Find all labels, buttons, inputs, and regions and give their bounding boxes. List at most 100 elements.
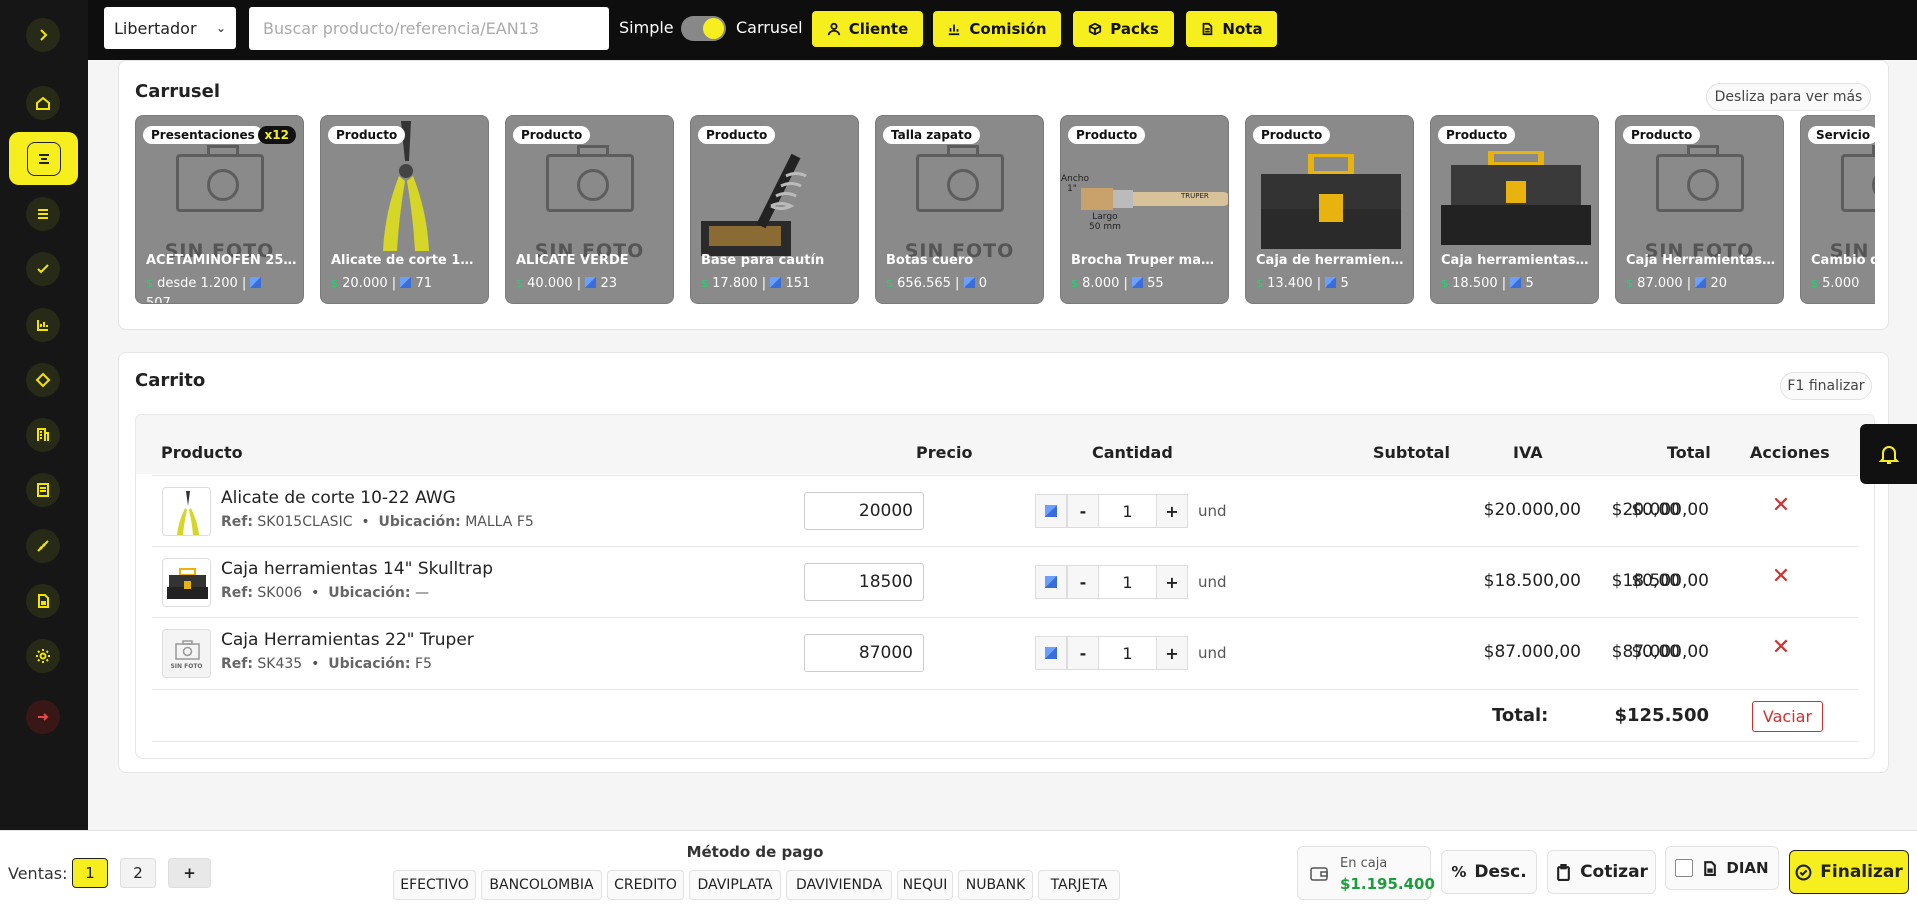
card-badge: Producto [328, 126, 406, 144]
tasks-button[interactable] [26, 252, 60, 286]
stock-icon [1132, 277, 1144, 288]
stock-icon[interactable] [1035, 636, 1067, 670]
dian-toggle[interactable]: DIAN [1665, 846, 1779, 890]
stock-icon[interactable] [1035, 565, 1067, 599]
check-circle-icon [1795, 864, 1812, 880]
pos-button[interactable] [9, 132, 78, 185]
comision-button[interactable]: Comisión [933, 11, 1061, 47]
invoices-button[interactable] [26, 584, 60, 618]
toolbox-image [1441, 151, 1591, 245]
ventas-label: Ventas: [8, 864, 68, 883]
cliente-button[interactable]: Cliente [812, 11, 923, 47]
carousel-card[interactable]: Producto Base para cautín $ 17.800 | 151 [690, 115, 859, 304]
col-iva: IVA [1513, 443, 1543, 462]
carousel-card[interactable]: Producto Caja herramientas … $ 18.500 | … [1430, 115, 1599, 304]
settings-button[interactable] [26, 639, 60, 673]
quantity-value[interactable]: 1 [1099, 565, 1156, 599]
notifications-button[interactable] [1860, 424, 1917, 484]
carousel-card[interactable]: Ancho 1" Largo 50 mm TRUPER Producto Broch… [1060, 115, 1229, 304]
pay-tarjeta[interactable]: TARJETA [1038, 870, 1120, 900]
card-meta: $ 17.800 | 151 [701, 276, 811, 291]
packs-button[interactable]: Packs [1073, 11, 1174, 47]
add-sale-button[interactable]: + [168, 858, 211, 888]
price-input[interactable]: 87000 [804, 634, 924, 672]
home-button[interactable] [26, 86, 60, 120]
nota-button[interactable]: Nota [1186, 11, 1277, 47]
pay-efectivo[interactable]: EFECTIVO [393, 870, 476, 900]
carousel-card[interactable]: SIN FOTO Producto Caja Herramientas… $ 8… [1615, 115, 1784, 304]
ubicacion-label: Ubicación: [328, 585, 411, 601]
dollar-icon: $ [1811, 277, 1818, 290]
price-input[interactable]: 20000 [804, 492, 924, 530]
reports-button[interactable] [26, 308, 60, 342]
store-select[interactable]: Libertador ⌄ [104, 7, 236, 49]
decrease-button[interactable]: - [1067, 494, 1099, 528]
card-name: Caja herramientas … [1441, 253, 1592, 268]
decrease-button[interactable]: - [1067, 636, 1099, 670]
pay-daviplata[interactable]: DAVIPLATA [689, 870, 781, 900]
unit-label: und [1198, 644, 1227, 662]
pay-nequi[interactable]: NEQUI [897, 870, 953, 900]
camera-icon [916, 145, 1004, 212]
stock-icon[interactable] [1035, 494, 1067, 528]
tools-button[interactable] [26, 529, 60, 563]
clear-cart-button[interactable]: Vaciar [1752, 701, 1823, 732]
documents-button[interactable] [26, 473, 60, 507]
ref-label: Ref: [221, 514, 253, 530]
mode-toggle[interactable] [681, 16, 726, 41]
pay-credito[interactable]: CREDITO [607, 870, 684, 900]
quote-button[interactable]: Cotizar [1547, 850, 1656, 894]
building-icon [37, 428, 49, 441]
product-name: Caja Herramientas 22" Truper [221, 630, 474, 650]
product-thumbnail [162, 487, 211, 536]
finalize-button[interactable]: Finalizar [1789, 850, 1909, 894]
align-center-icon [38, 153, 49, 164]
building-button[interactable] [26, 418, 60, 452]
logout-button[interactable] [26, 700, 60, 734]
increase-button[interactable]: + [1156, 494, 1188, 528]
carousel-card[interactable]: SIN FOTO Servicio Cambio de… $ 5.000 [1800, 115, 1875, 304]
no-photo-label: SIN FOTO [170, 663, 203, 670]
carousel-track[interactable]: SIN FOTO Presentaciones x12 ACETAMINOFEN… [135, 115, 1875, 305]
pay-bancolombia[interactable]: BANCOLOMBIA [481, 870, 602, 900]
dian-checkbox[interactable] [1675, 859, 1694, 877]
product-thumbnail: SIN FOTO [162, 629, 211, 678]
card-badge: Talla zapato [883, 126, 980, 144]
soldering-stand-image [701, 153, 807, 256]
product-search-input[interactable] [249, 7, 609, 50]
quote-label: Cotizar [1580, 862, 1648, 882]
discount-button[interactable]: % Desc. [1441, 850, 1537, 894]
menu-button[interactable] [26, 197, 60, 231]
dollar-icon: $ [146, 277, 153, 290]
quantity-value[interactable]: 1 [1099, 636, 1156, 670]
quantity-value[interactable]: 1 [1099, 494, 1156, 528]
inventory-button[interactable] [26, 363, 60, 397]
card-meta: $ 5.000 [1811, 274, 1875, 294]
product-ref: Ref: SK015CLASIC • Ubicación: MALLA F5 [221, 514, 534, 530]
increase-button[interactable]: + [1156, 636, 1188, 670]
expand-sidebar-button[interactable] [26, 18, 60, 52]
price-input[interactable]: 18500 [804, 563, 924, 601]
dollar-icon: $ [1071, 277, 1078, 290]
decrease-button[interactable]: - [1067, 565, 1099, 599]
camera-icon [176, 145, 264, 212]
remove-item-button[interactable]: ✕ [1769, 565, 1793, 589]
camera-icon [546, 145, 634, 212]
remove-item-button[interactable]: ✕ [1769, 494, 1793, 518]
row-total-value: $87.000,00 [1611, 642, 1709, 662]
cart-row: Alicate de corte 10-22 AWG Ref: SK015CLA… [152, 475, 1858, 546]
ruler-icon [37, 540, 49, 552]
card-name: ALICATE VERDE [516, 253, 629, 268]
carousel-card[interactable]: SIN FOTO Producto ALICATE VERDE $ 40.000… [505, 115, 674, 304]
sale-tab-1[interactable]: 1 [72, 858, 108, 888]
pay-nubank[interactable]: NUBANK [958, 870, 1033, 900]
sale-tab-2[interactable]: 2 [120, 858, 156, 888]
remove-item-button[interactable]: ✕ [1769, 636, 1793, 660]
list-icon [38, 209, 48, 219]
carousel-card[interactable]: Producto Alicate de corte 10-… $ 20.000 … [320, 115, 489, 304]
pay-davivienda[interactable]: DAVIVIENDA [786, 870, 892, 900]
carousel-card[interactable]: Producto Caja de herramien… $ 13.400 | 5 [1245, 115, 1414, 304]
carousel-card[interactable]: SIN FOTO Talla zapato Botas cuero $ 656.… [875, 115, 1044, 304]
carousel-card[interactable]: SIN FOTO Presentaciones x12 ACETAMINOFEN… [135, 115, 304, 304]
increase-button[interactable]: + [1156, 565, 1188, 599]
